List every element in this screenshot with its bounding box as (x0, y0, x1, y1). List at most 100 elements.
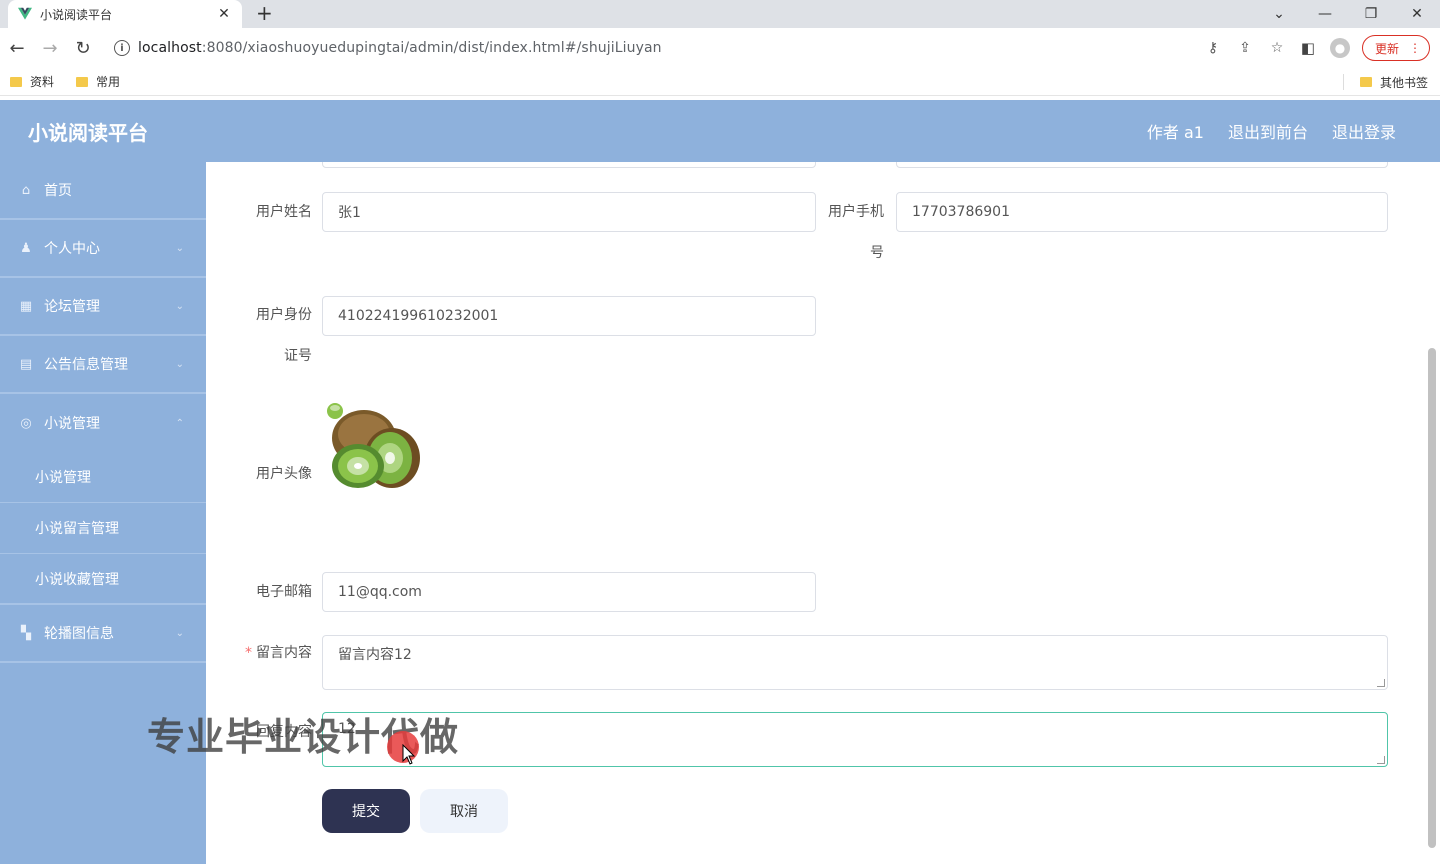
minimize-icon[interactable]: — (1302, 0, 1348, 28)
folder-icon (1359, 77, 1372, 87)
phone-value: 17703786901 (912, 204, 1010, 220)
mouse-cursor-icon (402, 744, 416, 765)
bookmark-label: 资料 (30, 75, 55, 89)
required-mark: * (245, 645, 252, 661)
sidebar-item-notice[interactable]: ▤ 公告信息管理 ⌄ (0, 336, 206, 394)
id-number-label: 用户身份 (256, 307, 312, 323)
other-bookmarks[interactable]: 其他书签 (1359, 68, 1428, 96)
tab-close-icon[interactable]: ✕ (216, 6, 232, 22)
url-text[interactable]: localhost:8080/xiaoshuoyuedupingtai/admi… (138, 40, 662, 56)
chevron-down-icon: ⌄ (175, 300, 184, 312)
message-label-text: 留言内容 (256, 645, 312, 661)
sidebar-item-novel[interactable]: ◎ 小说管理 ⌃ (0, 394, 206, 452)
reply-textarea[interactable]: 12 (322, 712, 1388, 767)
forum-icon: ▦ (19, 298, 33, 314)
restore-icon[interactable]: ❐ (1348, 0, 1394, 28)
sidebar-item-label: 首页 (44, 183, 72, 199)
sidebar-item-home[interactable]: ⌂ 首页 (0, 162, 206, 220)
chevron-down-icon: ⌄ (175, 627, 184, 639)
sidebar-item-personal-center[interactable]: ♟ 个人中心 ⌄ (0, 220, 206, 278)
id-number-label-wrap: 证号 (284, 348, 312, 364)
sidebar-item-label: 小说管理 (44, 416, 100, 432)
email-input[interactable]: 11@qq.com (322, 572, 816, 612)
name-label: 用户姓名 (256, 204, 312, 220)
side-panel-icon[interactable]: ◧ (1298, 39, 1318, 57)
browser-toolbar: ← → ↻ i localhost:8080/xiaoshuoyueduping… (0, 28, 1440, 68)
sidebar-item-carousel[interactable]: ▚ 轮播图信息 ⌄ (0, 605, 206, 663)
app-header: 小说阅读平台 作者 a1 退出到前台 退出登录 (0, 100, 1440, 162)
phone-label-wrap: 号 (870, 245, 884, 261)
name-input[interactable]: 张1 (322, 192, 816, 232)
new-tab-button[interactable]: + (256, 2, 273, 24)
sidebar-subitem-novel-favorite[interactable]: 小说收藏管理 (0, 554, 206, 605)
reload-icon[interactable]: ↻ (67, 32, 99, 64)
forward-icon[interactable]: → (34, 32, 66, 64)
sidebar-subitem-label: 小说留言管理 (35, 521, 119, 537)
input-field-partial[interactable] (896, 162, 1388, 168)
scrollbar[interactable] (1428, 348, 1436, 848)
current-user: 作者 a1 (1146, 123, 1204, 142)
bookmark-star-icon[interactable]: ☆ (1268, 40, 1286, 56)
chevron-up-icon: ⌃ (175, 417, 184, 429)
update-button[interactable]: 更新 ⋮ (1361, 35, 1430, 61)
user-icon: ♟ (20, 240, 32, 256)
message-value: 留言内容12 (338, 647, 412, 663)
tab-search-icon[interactable]: ⌄ (1256, 0, 1302, 28)
email-label: 电子邮箱 (256, 584, 312, 600)
tab-title: 小说阅读平台 (40, 7, 113, 22)
cancel-button[interactable]: 取消 (420, 789, 508, 833)
sidebar-subitem-novel-message[interactable]: 小说留言管理 (0, 503, 206, 554)
message-label: * 留言内容 (242, 643, 312, 663)
email-value: 11@qq.com (338, 584, 422, 600)
avatar-image (327, 403, 420, 488)
folder-icon (10, 76, 22, 87)
sidebar-item-forum[interactable]: ▦ 论坛管理 ⌄ (0, 278, 206, 336)
browser-tab[interactable]: 小说阅读平台 ✕ (8, 0, 242, 28)
resize-handle-icon[interactable] (1377, 679, 1385, 687)
vue-logo-icon (18, 7, 32, 20)
input-field-partial[interactable] (322, 162, 816, 168)
reply-label: 回复内容 (256, 724, 312, 740)
logout-link[interactable]: 退出登录 (1332, 119, 1396, 143)
app-title: 小说阅读平台 (28, 120, 148, 145)
sidebar-subitem-label: 小说管理 (35, 470, 91, 486)
password-key-icon[interactable]: ⚷ (1204, 40, 1222, 56)
share-icon[interactable]: ⇪ (1236, 40, 1254, 56)
bookmark-folder[interactable]: 资料 (10, 73, 54, 90)
address-bar[interactable]: i localhost:8080/xiaoshuoyuedupingtai/ad… (104, 32, 1294, 64)
sidebar: ⌂ 首页 ♟ 个人中心 ⌄ ▦ 论坛管理 ⌄ ▤ 公告信息管理 ⌄ ◎ 小说管理… (0, 162, 206, 864)
sidebar-item-label: 个人中心 (44, 241, 100, 257)
close-window-icon[interactable]: ✕ (1394, 0, 1440, 28)
other-bookmarks-label: 其他书签 (1379, 75, 1428, 90)
sidebar-subitem-novel-manage[interactable]: 小说管理 (0, 452, 206, 503)
bookmark-separator (1343, 74, 1344, 90)
id-number-value: 410224199610232001 (338, 308, 499, 324)
avatar-label: 用户头像 (256, 466, 312, 482)
message-textarea[interactable]: 留言内容12 (322, 635, 1388, 690)
bookmark-label: 常用 (96, 75, 121, 89)
submit-button[interactable]: 提交 (322, 789, 410, 833)
bookmark-folder[interactable]: 常用 (76, 73, 120, 90)
phone-label: 用户手机 (828, 204, 884, 220)
home-icon: ⌂ (21, 182, 31, 198)
more-menu-icon: ⋮ (1409, 41, 1421, 55)
update-label: 更新 (1374, 41, 1399, 56)
notice-icon: ▤ (19, 356, 33, 372)
resize-handle-icon[interactable] (1377, 756, 1385, 764)
back-icon[interactable]: ← (1, 32, 33, 64)
profile-avatar-icon[interactable]: ● (1329, 38, 1350, 58)
sidebar-item-label: 轮播图信息 (44, 626, 114, 642)
grid-icon: ▚ (21, 625, 31, 641)
site-info-icon[interactable]: i (114, 40, 130, 56)
sidebar-subitem-label: 小说收藏管理 (35, 571, 119, 588)
window-controls: ⌄ — ❐ ✕ (1256, 0, 1440, 28)
folder-icon (76, 76, 89, 87)
bookmarks-bar: 资料 常用 其他书签 (0, 68, 1440, 96)
id-number-input[interactable]: 410224199610232001 (322, 296, 816, 336)
browser-tab-strip: 小说阅读平台 ✕ + ⌄ — ❐ ✕ (0, 0, 1440, 28)
phone-input[interactable]: 17703786901 (896, 192, 1388, 232)
chevron-down-icon: ⌄ (175, 358, 184, 370)
sidebar-item-label: 论坛管理 (44, 299, 100, 315)
back-to-front-link[interactable]: 退出到前台 (1228, 119, 1308, 143)
sidebar-item-label: 公告信息管理 (44, 357, 128, 373)
